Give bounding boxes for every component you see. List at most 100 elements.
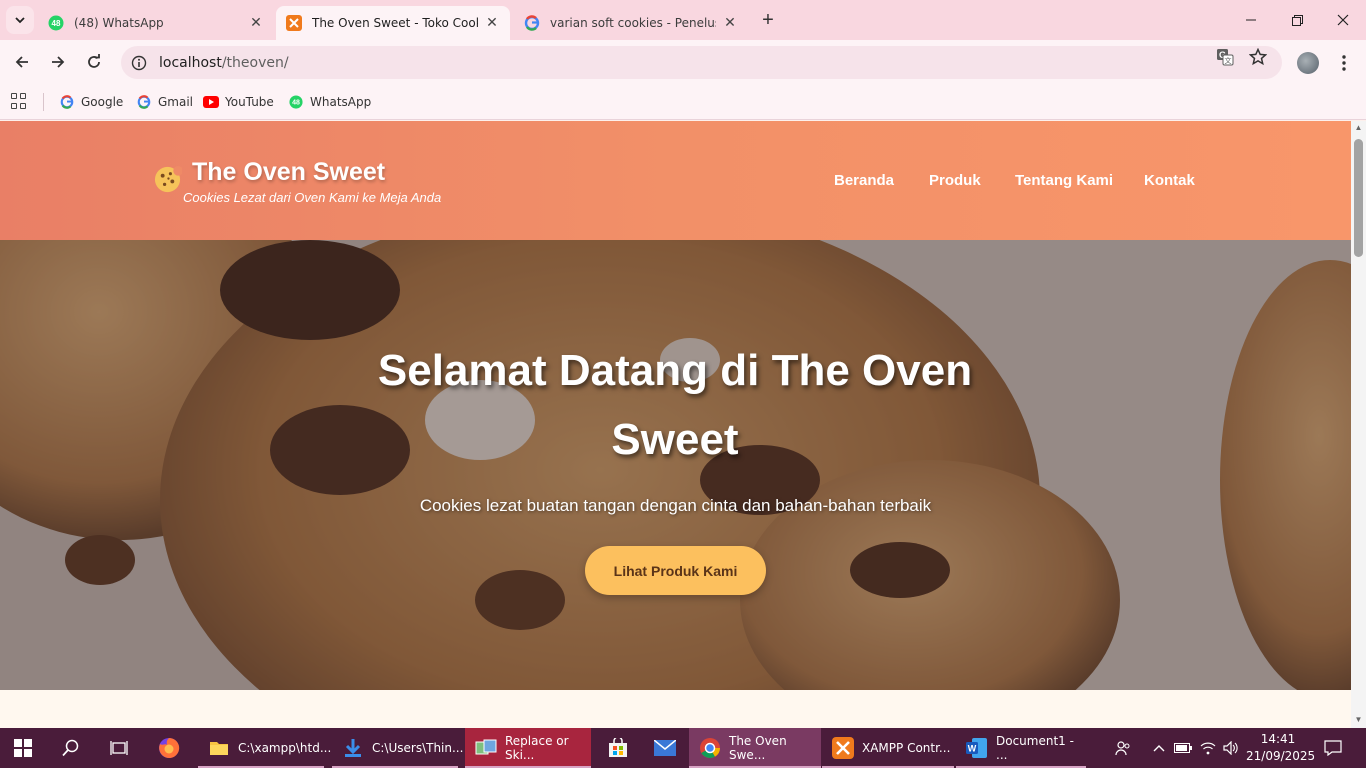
site-title[interactable]: The Oven Sweet: [192, 158, 385, 187]
taskbar-app-word[interactable]: W Document1 - ...: [956, 728, 1086, 768]
taskbar-app-label: C:\xampp\htd...: [238, 741, 332, 755]
scroll-down-icon[interactable]: ▼: [1354, 716, 1363, 724]
xampp-icon: [832, 737, 854, 759]
apps-grid-icon[interactable]: [11, 93, 27, 109]
chrome-icon: [699, 737, 721, 759]
site-tagline: Cookies Lezat dari Oven Kami ke Meja And…: [183, 190, 442, 205]
bookmark-star-icon[interactable]: [1249, 48, 1267, 66]
store-icon: [609, 738, 627, 757]
minimize-button[interactable]: [1228, 0, 1274, 40]
svg-text:文: 文: [1225, 56, 1232, 65]
battery-icon[interactable]: [1172, 728, 1194, 768]
windows-logo-icon: [14, 739, 32, 757]
search-button[interactable]: [48, 728, 94, 768]
download-icon: [342, 737, 364, 759]
svg-text:48: 48: [292, 100, 300, 107]
more-vertical-icon: [1342, 55, 1346, 71]
tab-search-button[interactable]: [6, 6, 34, 34]
translate-icon[interactable]: G文: [1216, 48, 1234, 66]
nav-beranda[interactable]: Beranda: [834, 172, 894, 189]
windows-taskbar: C:\xampp\htd... C:\Users\Thin... Replace…: [0, 728, 1366, 768]
site-info-icon[interactable]: [131, 55, 147, 71]
tab-title: (48) WhatsApp: [74, 16, 164, 30]
bookmark-whatsapp[interactable]: 48 WhatsApp: [288, 92, 371, 112]
taskbar-app-label: The Oven Swe...: [729, 734, 787, 762]
tab-google-search[interactable]: varian soft cookies - Penelusuran Google…: [514, 6, 748, 40]
close-icon[interactable]: ✕: [484, 15, 500, 31]
nav-kontak[interactable]: Kontak: [1144, 172, 1195, 189]
tab-the-oven-sweet[interactable]: The Oven Sweet - Toko Cookies ✕: [276, 6, 510, 40]
new-tab-button[interactable]: +: [756, 9, 780, 31]
scrollbar-thumb[interactable]: [1354, 139, 1363, 257]
arrow-right-icon: [52, 56, 65, 68]
taskbar-app-label: Document1 - ...: [996, 734, 1074, 762]
address-bar[interactable]: localhost/theoven/: [121, 46, 1282, 79]
bookmark-google[interactable]: Google: [59, 92, 123, 112]
close-icon: [1337, 14, 1349, 26]
profile-avatar[interactable]: [1297, 52, 1319, 74]
bookmark-label: Google: [81, 95, 124, 109]
cookie-icon: [154, 165, 182, 193]
bookmark-gmail[interactable]: Gmail: [136, 92, 193, 112]
clock-time: 14:41: [1260, 732, 1296, 746]
task-view-button[interactable]: [96, 728, 142, 768]
search-icon: [62, 739, 79, 757]
divider: [43, 93, 44, 111]
volume-icon[interactable]: [1220, 728, 1242, 768]
taskbar-app-xampp[interactable]: XAMPP Contr...: [822, 728, 954, 768]
google-icon: [136, 94, 152, 110]
clock-date: 21/09/2025: [1246, 749, 1316, 763]
scroll-up-icon[interactable]: ▲: [1354, 124, 1363, 132]
hero-title: Selamat Datang di The Oven Sweet: [377, 346, 973, 464]
svg-text:48: 48: [52, 19, 61, 28]
page-scrollbar[interactable]: ▲ ▼: [1351, 121, 1366, 728]
close-icon[interactable]: ✕: [248, 15, 264, 31]
google-icon: [59, 94, 75, 110]
store-button[interactable]: [595, 728, 641, 768]
bookmark-label: YouTube: [225, 95, 274, 109]
nav-produk[interactable]: Produk: [929, 172, 981, 189]
restore-icon: [1291, 14, 1303, 26]
taskbar-app-replace-dialog[interactable]: Replace or Ski...: [465, 728, 591, 768]
taskbar-app-label: C:\Users\Thin...: [372, 741, 464, 755]
youtube-icon: [203, 94, 219, 110]
bookmarks-bar: Google Gmail YouTube 48 WhatsApp: [0, 84, 1366, 120]
forward-button[interactable]: [44, 48, 72, 76]
back-button[interactable]: [8, 48, 36, 76]
start-button[interactable]: [0, 728, 46, 768]
page-viewport: The Oven Sweet Cookies Lezat dari Oven K…: [0, 121, 1351, 728]
tab-title: The Oven Sweet - Toko Cookies: [312, 16, 478, 30]
browser-toolbar: localhost/theoven/ G文: [0, 40, 1366, 84]
bookmark-youtube[interactable]: YouTube: [203, 92, 274, 112]
taskbar-app-chrome[interactable]: The Oven Swe...: [689, 728, 821, 768]
tab-whatsapp[interactable]: 48 (48) WhatsApp ✕: [38, 6, 274, 40]
url-text: localhost/theoven/: [159, 54, 289, 71]
site-header: The Oven Sweet Cookies Lezat dari Oven K…: [0, 121, 1351, 240]
nav-tentang-kami[interactable]: Tentang Kami: [1015, 172, 1113, 189]
people-icon[interactable]: [1110, 728, 1136, 768]
close-window-button[interactable]: [1320, 0, 1366, 40]
reload-button[interactable]: [80, 48, 108, 76]
menu-button[interactable]: [1334, 52, 1354, 74]
taskbar-app-label: Replace or Ski...: [505, 734, 569, 762]
hero-section: Selamat Datang di The Oven Sweet Cookies…: [0, 240, 1351, 690]
firefox-button[interactable]: [146, 728, 192, 768]
chevron-down-icon: [15, 17, 25, 24]
reload-icon: [88, 54, 100, 68]
mail-button[interactable]: [642, 728, 688, 768]
close-icon[interactable]: ✕: [722, 15, 738, 31]
tab-strip: 48 (48) WhatsApp ✕ The Oven Sweet - Toko…: [0, 0, 1366, 40]
xampp-icon: [286, 15, 302, 31]
taskbar-app-explorer-htdocs[interactable]: C:\xampp\htd...: [198, 728, 331, 768]
minimize-icon: [1246, 19, 1256, 21]
hero-subtitle: Cookies lezat buatan tangan dengan cinta…: [419, 496, 932, 515]
restore-button[interactable]: [1274, 0, 1320, 40]
mail-icon: [654, 740, 676, 756]
wifi-icon[interactable]: [1197, 728, 1219, 768]
whatsapp-icon: 48: [48, 15, 64, 31]
notification-icon[interactable]: [1318, 728, 1348, 768]
view-products-button[interactable]: Lihat Produk Kami: [585, 546, 766, 595]
taskbar-app-explorer-users[interactable]: C:\Users\Thin...: [332, 728, 463, 768]
chevron-up-icon[interactable]: [1148, 728, 1170, 768]
taskbar-clock[interactable]: 14:41 21/09/2025: [1246, 731, 1316, 765]
